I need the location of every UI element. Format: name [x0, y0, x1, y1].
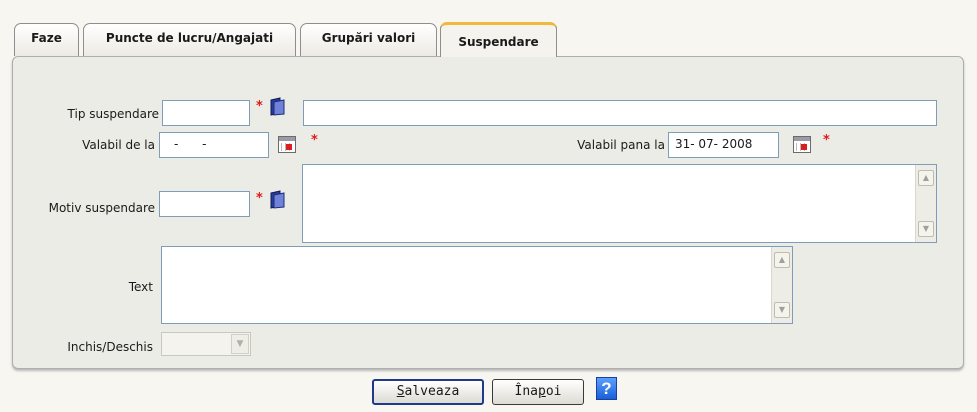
motiv-suspendare-code-input[interactable] [159, 191, 250, 217]
required-mark: * [256, 191, 263, 206]
required-mark: * [311, 133, 318, 148]
chevron-down-icon[interactable]: ▼ [231, 334, 249, 354]
calendar-icon[interactable] [793, 136, 811, 153]
valabil-de-la-value: - - [174, 137, 217, 151]
valabil-de-la-input[interactable]: - - [159, 132, 269, 158]
valabil-de-la-label: Valabil de la [82, 138, 155, 152]
valabil-pana-la-input[interactable]: 31- 07- 2008 [668, 132, 779, 158]
text-textarea[interactable]: ▲ ▼ [161, 246, 793, 324]
scroll-down-icon[interactable]: ▼ [918, 221, 934, 237]
scroll-up-icon[interactable]: ▲ [918, 170, 934, 186]
scrollbar[interactable]: ▲ ▼ [915, 165, 936, 242]
inchis-deschis-label: Inchis/Deschis [67, 340, 153, 354]
valabil-pana-la-value: 31- 07- 2008 [675, 137, 753, 151]
tip-suspendare-description-input[interactable] [303, 100, 937, 126]
scrollbar[interactable]: ▲ ▼ [771, 247, 792, 323]
text-label: Text [128, 280, 153, 294]
required-mark: * [823, 133, 830, 148]
folder-icon[interactable] [269, 97, 286, 116]
calendar-icon[interactable] [278, 136, 296, 153]
motiv-suspendare-textarea[interactable]: ▲ ▼ [302, 164, 937, 243]
inchis-deschis-select[interactable]: ▼ [161, 332, 251, 356]
motiv-suspendare-label: Motiv suspendare [48, 201, 155, 215]
valabil-pana-la-label: Valabil pana la [577, 138, 665, 152]
required-mark: * [256, 99, 263, 114]
form-content: Tip suspendare * Valabil de la - - * Val… [0, 0, 977, 412]
folder-icon[interactable] [269, 190, 286, 209]
scroll-down-icon[interactable]: ▼ [774, 302, 790, 318]
tip-suspendare-label: Tip suspendare [67, 107, 159, 121]
tip-suspendare-code-input[interactable] [162, 100, 250, 126]
scroll-up-icon[interactable]: ▲ [774, 252, 790, 268]
